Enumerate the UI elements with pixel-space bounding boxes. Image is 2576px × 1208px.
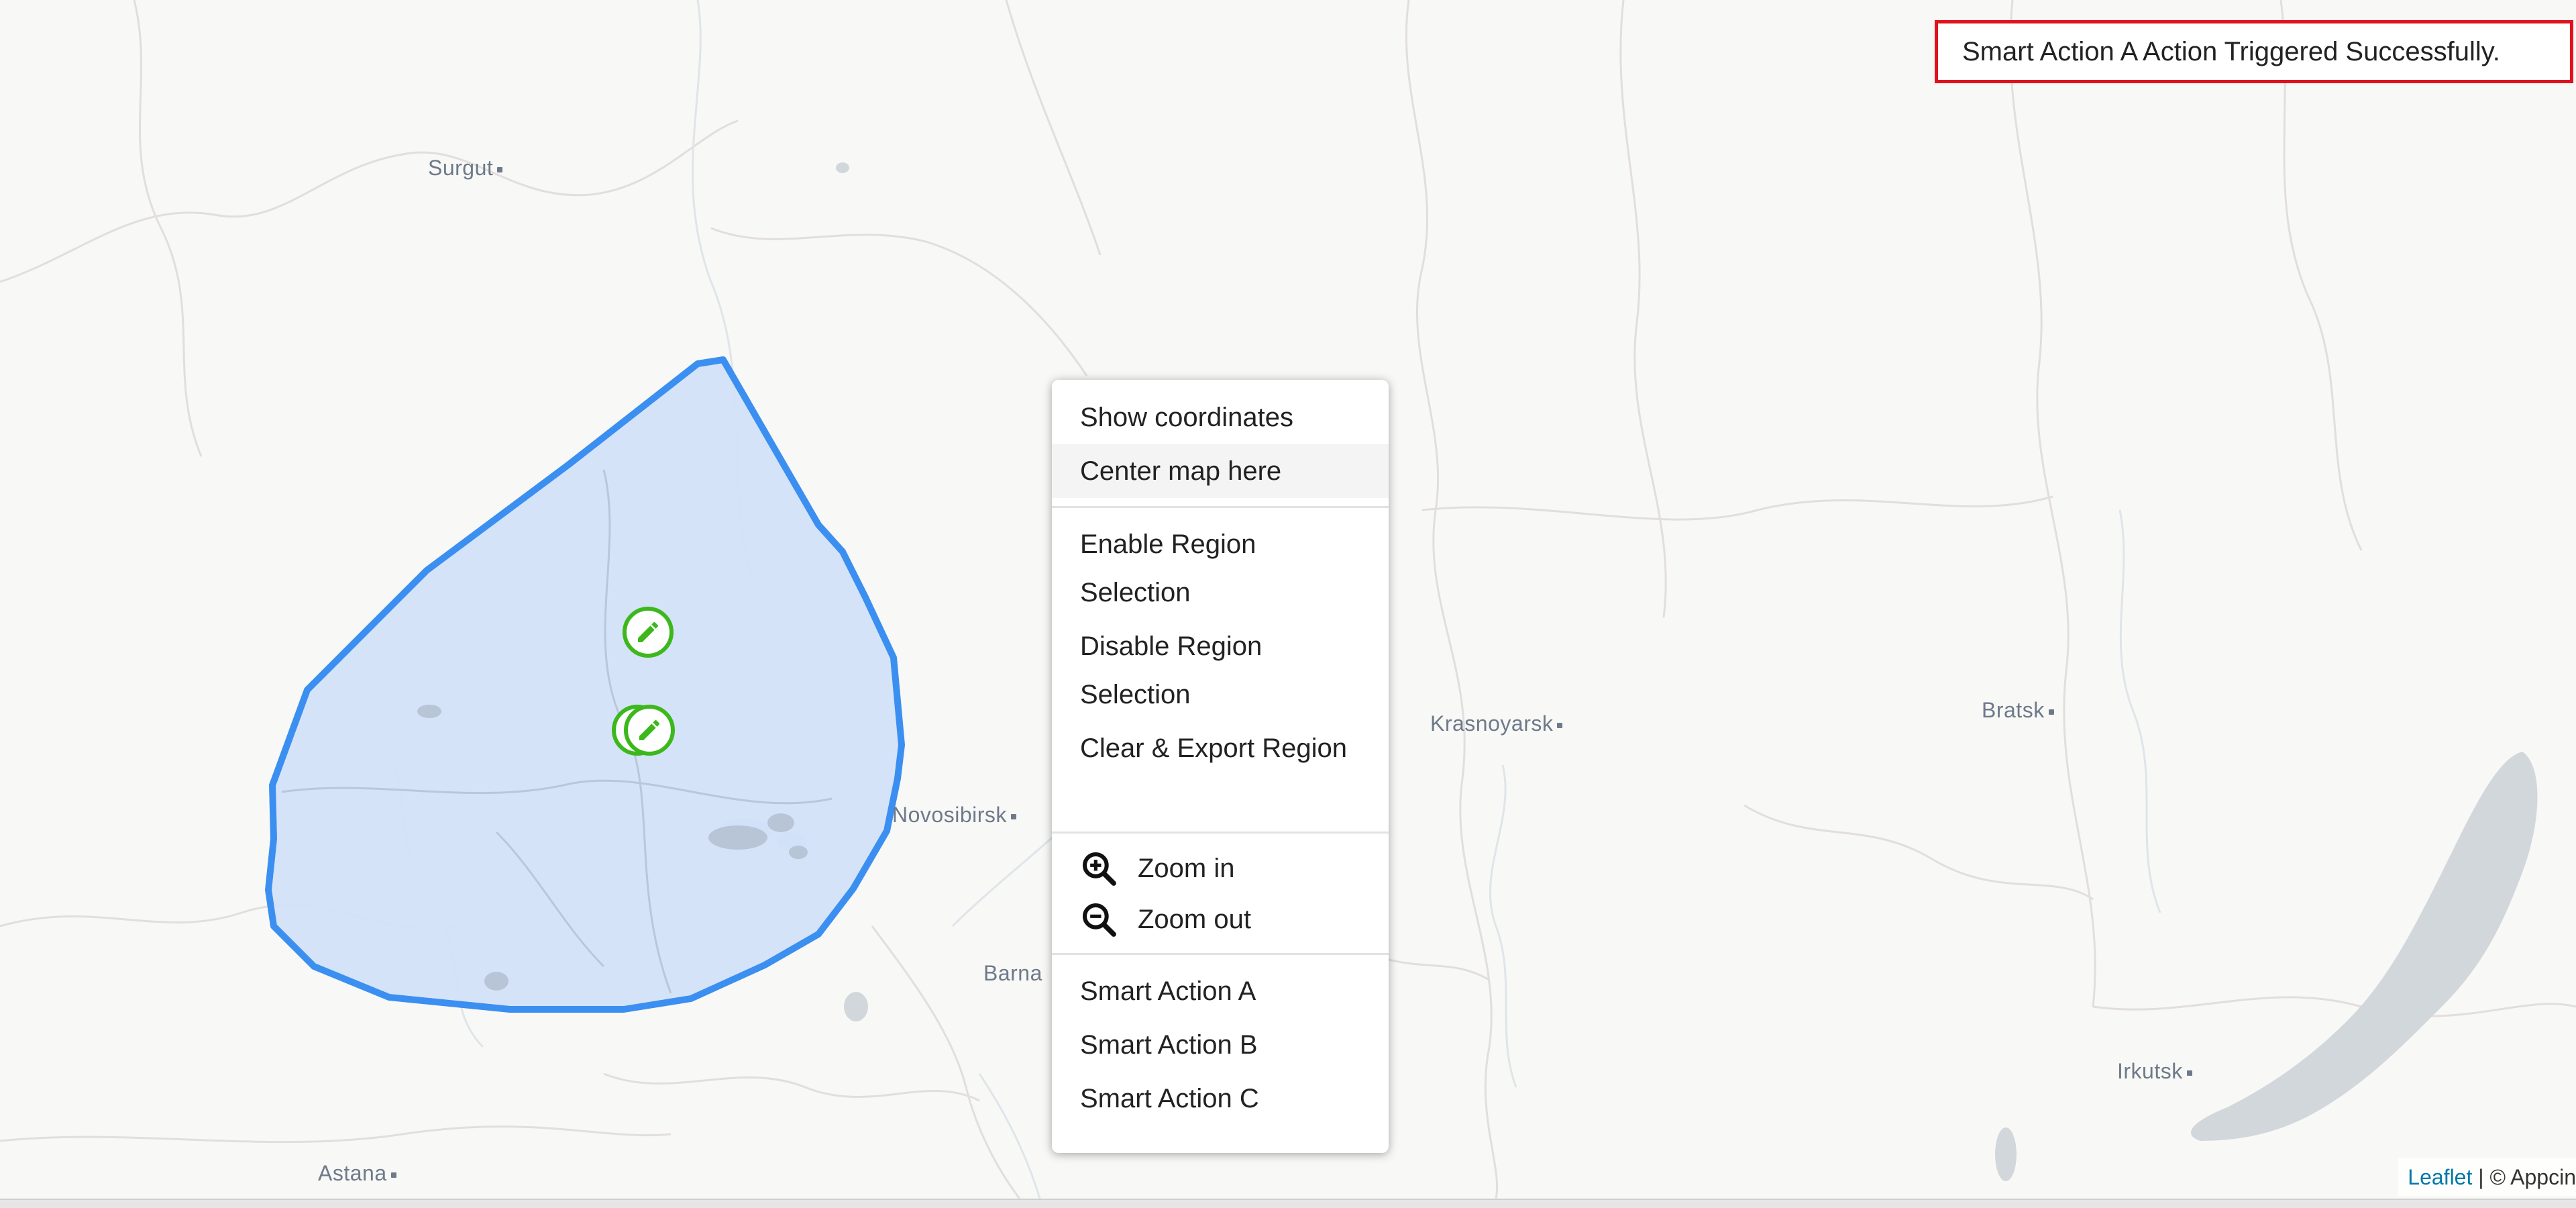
- city-label-surgut: Surgut: [428, 156, 503, 181]
- map-marker[interactable]: [624, 705, 675, 756]
- menu-item-zoom-in[interactable]: Zoom in: [1052, 843, 1389, 894]
- menu-item-smart-action-b[interactable]: Smart Action B: [1052, 1018, 1389, 1072]
- menu-item-show-coordinates[interactable]: Show coordinates: [1052, 391, 1389, 444]
- city-label-irkutsk: Irkutsk: [2117, 1059, 2192, 1084]
- menu-item-zoom-out[interactable]: Zoom out: [1052, 894, 1389, 945]
- selected-region-polygon[interactable]: [265, 356, 905, 1013]
- pencil-icon: [639, 719, 660, 740]
- menu-item-zoom-out-label: Zoom out: [1138, 905, 1251, 934]
- menu-item-smart-action-a[interactable]: Smart Action A: [1052, 964, 1389, 1018]
- attribution-text: | © Appcin: [2472, 1165, 2576, 1189]
- menu-item-center-map[interactable]: Center map here: [1052, 444, 1389, 498]
- map-canvas[interactable]: Surgut Novosibirsk Barna Astana Krasnoya…: [0, 0, 2576, 1199]
- city-label-barnaul: Barna: [983, 961, 1042, 985]
- zoom-out-icon: [1082, 903, 1116, 937]
- menu-item-zoom-in-label: Zoom in: [1138, 854, 1235, 883]
- city-label-bratsk: Bratsk: [1982, 698, 2054, 723]
- leaflet-link[interactable]: Leaflet: [2408, 1165, 2472, 1189]
- success-notification: Smart Action A Action Triggered Successf…: [1935, 20, 2573, 83]
- menu-item-enable-region-selection[interactable]: Enable Region Selection: [1052, 517, 1389, 619]
- city-label-astana: Astana: [318, 1161, 396, 1186]
- menu-separator: [1052, 506, 1389, 508]
- menu-item-smart-action-c[interactable]: Smart Action C: [1052, 1072, 1389, 1125]
- map-attribution: Leaflet | © Appcin: [2398, 1158, 2576, 1196]
- pencil-icon: [638, 621, 659, 642]
- menu-item-disable-region-selection[interactable]: Disable Region Selection: [1052, 619, 1389, 721]
- zoom-in-icon: [1082, 852, 1116, 886]
- city-label-novosibirsk: Novosibirsk: [892, 803, 1016, 827]
- map-marker[interactable]: [623, 607, 674, 658]
- city-label-krasnoyarsk: Krasnoyarsk: [1430, 711, 1563, 736]
- menu-item-clear-export-region[interactable]: Clear & Export Region: [1052, 721, 1389, 823]
- map-context-menu: Show coordinates Center map here Enable …: [1052, 380, 1389, 1153]
- menu-separator: [1052, 832, 1389, 834]
- menu-separator: [1052, 953, 1389, 955]
